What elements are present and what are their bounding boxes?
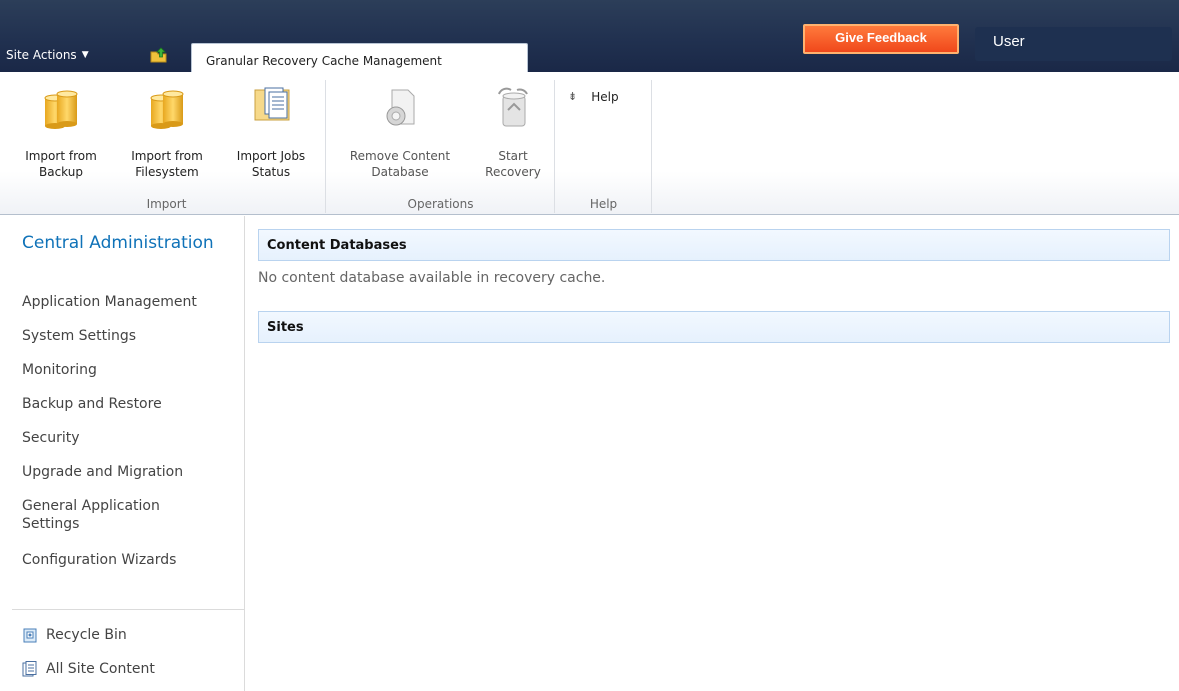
nav-recycle-bin[interactable]: Recycle Bin: [22, 627, 127, 643]
button-label-line1: Import from: [131, 149, 203, 163]
tab-granular-recovery-cache-management[interactable]: Granular Recovery Cache Management: [191, 43, 528, 73]
nav-monitoring[interactable]: Monitoring: [22, 361, 242, 379]
button-label-line2: Recovery: [485, 165, 541, 179]
database-icon: [150, 90, 184, 129]
top-bar: Site Actions ▼ Granular Recovery Cache M…: [0, 0, 1179, 73]
button-label-line2: Status: [251, 165, 291, 179]
site-actions-label: Site Actions: [6, 48, 77, 62]
ribbon-group-import: Import from Backup Import from Filesyste…: [8, 80, 326, 213]
nav-all-site-content[interactable]: All Site Content: [22, 661, 155, 677]
button-label-line1: Import from: [25, 149, 97, 163]
ribbon-group-label: Help: [589, 197, 618, 211]
user-menu[interactable]: User: [975, 27, 1172, 61]
import-from-backup-button[interactable]: Import from Backup: [8, 86, 114, 180]
nav-application-management[interactable]: Application Management: [22, 293, 242, 311]
nav-system-settings[interactable]: System Settings: [22, 327, 242, 345]
nav-backup-and-restore[interactable]: Backup and Restore: [22, 395, 242, 413]
button-label-line1: Import Jobs: [236, 149, 306, 163]
navigate-up-icon[interactable]: [150, 47, 168, 63]
help-button[interactable]: ⇟ Help: [568, 90, 619, 104]
nav-security[interactable]: Security: [22, 429, 242, 447]
recycle-bin-icon: [23, 628, 37, 643]
site-actions-menu[interactable]: Site Actions ▼: [6, 48, 89, 62]
help-label: Help: [591, 90, 619, 104]
content-databases-empty-message: No content database available in recover…: [258, 270, 606, 286]
remove-content-database-button[interactable]: Remove Content Database: [327, 86, 473, 180]
start-recovery-button[interactable]: Start Recovery: [473, 86, 553, 180]
help-icon: ⇟: [568, 90, 578, 103]
give-feedback-button[interactable]: Give Feedback: [803, 24, 959, 54]
nav-general-application-settings[interactable]: General Application Settings: [22, 497, 212, 533]
button-label-line1: Remove Content: [349, 149, 451, 163]
start-recovery-icon: [498, 87, 528, 127]
ribbon: Import from Backup Import from Filesyste…: [0, 72, 1179, 215]
sites-header: Sites: [258, 311, 1170, 343]
import-jobs-status-button[interactable]: Import Jobs Status: [218, 86, 324, 180]
database-icon: [44, 90, 78, 129]
content-databases-header: Content Databases: [258, 229, 1170, 261]
all-site-content-label: All Site Content: [46, 661, 155, 677]
remove-database-icon: [386, 89, 415, 126]
ribbon-group-operations: Remove Content Database Start Recovery O…: [327, 80, 555, 213]
nav-central-administration[interactable]: Central Administration: [22, 232, 222, 254]
nav-divider: [12, 609, 245, 610]
chevron-down-icon: ▼: [81, 50, 89, 60]
site-content-icon: [22, 661, 37, 677]
ribbon-group-label: Import: [146, 197, 187, 211]
nav-upgrade-and-migration[interactable]: Upgrade and Migration: [22, 463, 242, 481]
button-label-line1: Start: [498, 149, 528, 163]
button-label-line2: Filesystem: [135, 165, 199, 179]
nav-configuration-wizards[interactable]: Configuration Wizards: [22, 551, 242, 569]
job-status-icon: [254, 87, 290, 121]
ribbon-group-label: Operations: [407, 197, 474, 211]
import-from-filesystem-button[interactable]: Import from Filesystem: [114, 86, 220, 180]
recycle-bin-label: Recycle Bin: [46, 627, 127, 643]
button-label-line2: Database: [371, 165, 429, 179]
quick-launch: Central Administration Application Manag…: [0, 216, 245, 691]
button-label-line2: Backup: [39, 165, 83, 179]
